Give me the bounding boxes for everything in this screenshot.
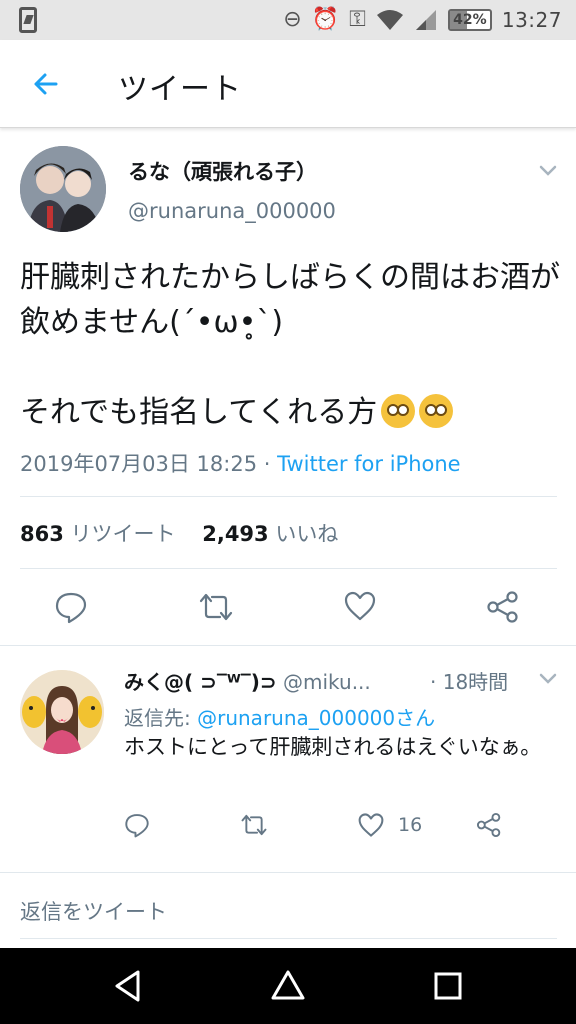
alarm-icon: ⏰ xyxy=(311,7,340,32)
reply-author[interactable]: みく@( ⊃‾ᵂ‾)⊃ @miku... xyxy=(124,666,371,695)
chevron-down-icon[interactable] xyxy=(538,672,558,686)
retweet-icon[interactable] xyxy=(240,812,268,838)
heart-icon[interactable] xyxy=(357,812,385,838)
key-icon: ⚿ xyxy=(349,7,366,32)
retweet-stat[interactable]: 863 リツイート xyxy=(20,522,176,546)
divider xyxy=(20,938,557,939)
author-avatar[interactable] xyxy=(20,146,106,232)
divider xyxy=(20,496,557,497)
reply-to-label: 返信先: xyxy=(124,706,198,730)
app-notification-icon xyxy=(19,7,37,33)
reply-icon[interactable] xyxy=(54,590,88,624)
status-bar: ⊖ ⏰ ⚿ 42% 13:27 xyxy=(0,0,576,40)
reply-like-count: 16 xyxy=(398,814,423,836)
rolling-eyes-emoji-icon xyxy=(419,394,454,428)
tweet-source-link[interactable]: Twitter for iPhone xyxy=(277,452,461,476)
page-title: ツイート xyxy=(118,72,242,107)
battery-indicator: 42% xyxy=(447,9,492,31)
system-nav-bar xyxy=(0,948,576,1024)
reply-handle[interactable]: @miku... xyxy=(283,670,371,694)
divider xyxy=(0,645,576,646)
nav-recents-icon[interactable] xyxy=(428,966,468,1006)
chevron-down-icon[interactable] xyxy=(538,164,558,178)
nav-back-icon[interactable] xyxy=(108,966,148,1006)
status-time: 13:27 xyxy=(501,8,562,32)
tweet-timestamp: 2019年07月03日 18:25 · Twitter for iPhone xyxy=(20,448,461,478)
author-display-name[interactable]: るな（頑張れる子） xyxy=(128,156,317,186)
reply-to-link[interactable]: @runaruna_000000さん xyxy=(197,706,435,730)
back-arrow-icon[interactable] xyxy=(26,64,66,104)
signal-icon xyxy=(415,10,436,30)
do-not-disturb-icon: ⊖ xyxy=(283,7,302,32)
retweet-icon[interactable] xyxy=(198,590,234,624)
wifi-icon xyxy=(376,10,403,30)
divider xyxy=(20,568,557,569)
top-app-bar: ツイート xyxy=(0,40,576,128)
reply-timestamp: · 18時間 xyxy=(430,670,509,694)
reply-display-name[interactable]: みく@( ⊃‾ᵂ‾)⊃ xyxy=(124,670,277,694)
rolling-eyes-emoji-icon xyxy=(381,394,416,428)
reply-to-line: 返信先: @runaruna_000000さん xyxy=(124,702,435,731)
reply-icon[interactable] xyxy=(124,812,150,838)
author-handle[interactable]: @runaruna_000000 xyxy=(128,199,336,223)
share-icon[interactable] xyxy=(486,590,520,624)
reply-text: ホストにとって肝臓刺されるはえぐいなぁ。 xyxy=(124,735,542,759)
engagement-counts: 863 リツイート 2,493 いいね xyxy=(20,518,338,548)
reply-composer-input[interactable]: 返信をツイート xyxy=(20,896,167,926)
like-stat[interactable]: 2,493 いいね xyxy=(202,522,338,546)
heart-icon[interactable] xyxy=(343,590,377,622)
tweet-body: 肝臓刺されたからしばらくの間はお酒が飲めません(´•ω•̥`) それでも指名して… xyxy=(20,260,560,430)
tweet-date: 2019年07月03日 18:25 · xyxy=(20,452,278,476)
divider xyxy=(0,872,576,873)
nav-home-icon[interactable] xyxy=(268,966,308,1006)
share-icon[interactable] xyxy=(476,812,502,838)
tweet-text: 肝臓刺されたからしばらくの間はお酒が飲めません(´•ω•̥`) それでも指名して… xyxy=(20,255,560,435)
reply-author-avatar[interactable] xyxy=(20,670,104,754)
